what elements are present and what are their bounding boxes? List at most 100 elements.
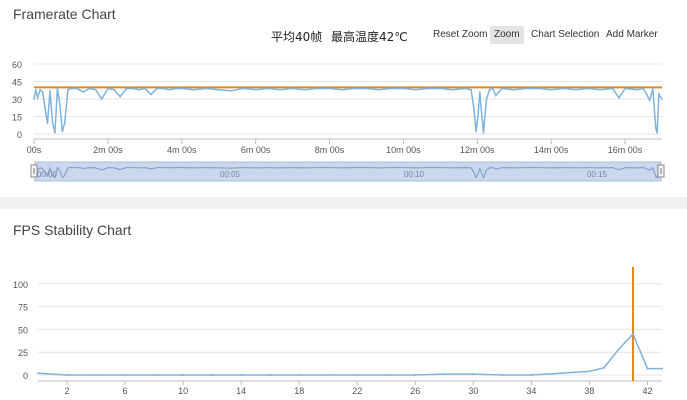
stability-data-point <box>530 374 533 376</box>
framerate-data-point <box>162 87 165 90</box>
framerate-x-tick: 00s <box>27 145 42 155</box>
framerate-y-tick: 30 <box>12 95 22 105</box>
fps-stability-chart[interactable]: 0255075100 2 6 10 14 18 22 26 30 34 38 42 <box>0 209 687 400</box>
framerate-data-point <box>599 88 602 91</box>
framerate-chart[interactable]: 0 15 30 45 60 00s 2m 00s 4m 00s 6m 00s 8m 00s 10m… <box>0 0 687 197</box>
framerate-data-point <box>67 88 69 91</box>
framerate-data-point <box>63 121 66 124</box>
stability-y-tick: 25 <box>18 348 28 358</box>
stability-x-tick: 22 <box>352 386 362 396</box>
framerate-data-point <box>636 88 639 91</box>
framerate-data-point <box>61 130 64 133</box>
framerate-data-point <box>341 88 343 91</box>
framerate-data-point <box>119 95 121 98</box>
framerate-data-point <box>46 122 49 125</box>
framerate-x-tick: 4m 00s <box>167 145 197 155</box>
framerate-data-point <box>501 87 503 90</box>
framerate-x-tick: 10m 00s <box>386 145 421 155</box>
framerate-data-point <box>624 87 626 90</box>
framerate-data-point <box>494 94 497 97</box>
stability-x-tick: 18 <box>294 386 304 396</box>
stability-panel: FPS Stability Chart 0 25 50 75 100 2 6 10 14 18 2… <box>0 209 687 400</box>
stability-data-point <box>211 374 214 376</box>
framerate-data-point <box>618 97 620 99</box>
stability-data-point <box>356 374 359 376</box>
framerate-data-point <box>304 88 306 91</box>
stability-data-point <box>298 374 301 376</box>
framerate-data-point <box>51 121 54 124</box>
panel-divider <box>0 197 687 209</box>
framerate-data-point <box>88 87 91 90</box>
framerate-data-point <box>217 88 220 91</box>
stability-x-tick: 26 <box>410 386 420 396</box>
framerate-data-point <box>587 87 589 90</box>
framerate-data-point <box>35 88 37 91</box>
stability-data-point <box>631 332 634 335</box>
stability-x-tick: 34 <box>526 386 536 396</box>
framerate-data-point <box>125 87 128 90</box>
stability-data-point <box>124 374 127 376</box>
framerate-data-point <box>168 88 171 91</box>
stability-y-tick: 75 <box>18 303 28 313</box>
framerate-x-tick: 14m 00s <box>534 145 569 155</box>
stability-data-point <box>269 374 272 376</box>
framerate-data-point <box>328 87 331 90</box>
stability-x-tick: 14 <box>236 386 246 396</box>
framerate-data-point <box>658 93 660 96</box>
framerate-data-point <box>137 88 140 91</box>
stability-data-point <box>573 371 576 374</box>
navigator-time-label: 00:05 <box>220 170 241 179</box>
framerate-data-point <box>291 87 294 90</box>
framerate-data-point <box>439 87 442 90</box>
framerate-data-point <box>655 127 657 129</box>
framerate-data-point <box>390 87 392 90</box>
framerate-panel: Framerate Chart 平均40帧 最高温度42℃ Reset Zoom… <box>0 0 687 197</box>
stability-x-tick: 42 <box>642 386 652 396</box>
framerate-data-point <box>470 88 472 91</box>
framerate-data-point <box>76 87 78 90</box>
framerate-data-point <box>611 87 614 90</box>
stability-y-tick: 50 <box>18 325 28 335</box>
framerate-data-point <box>575 88 577 91</box>
framerate-data-point <box>205 87 208 90</box>
framerate-x-tick: 12m 00s <box>460 145 495 155</box>
framerate-x-tick: 16m 00s <box>608 145 643 155</box>
framerate-data-point <box>491 87 494 90</box>
framerate-data-point <box>230 90 232 92</box>
framerate-data-point <box>353 87 355 90</box>
navigator-selection-window[interactable] <box>34 161 662 182</box>
framerate-data-point <box>100 98 103 100</box>
stability-data-point <box>182 374 185 376</box>
framerate-data-point <box>54 132 56 134</box>
stability-data-point <box>66 374 69 376</box>
stability-data-point <box>240 374 243 376</box>
framerate-x-tick: 2m 00s <box>93 145 123 155</box>
stability-data-point <box>617 348 620 351</box>
stability-data-point <box>37 372 39 375</box>
framerate-data-point <box>538 87 540 90</box>
framerate-data-point <box>70 87 72 90</box>
framerate-data-point <box>488 88 491 91</box>
framerate-data-point <box>150 93 152 96</box>
framerate-y-tick: 0 <box>17 130 22 140</box>
framerate-data-point <box>478 91 481 93</box>
framerate-x-tick: 8m 00s <box>315 145 345 155</box>
stability-series-line <box>37 332 662 376</box>
stability-data-point <box>385 374 388 376</box>
navigator-time-label: 00:00 <box>37 170 58 179</box>
framerate-data-point <box>482 132 485 134</box>
framerate-data-point <box>642 87 645 90</box>
stability-data-point <box>443 373 446 376</box>
framerate-y-tick: 15 <box>12 113 22 123</box>
framerate-data-point <box>550 88 552 91</box>
stability-data-point <box>602 366 605 369</box>
framerate-data-point <box>36 97 39 99</box>
framerate-data-point <box>525 87 528 90</box>
stability-x-tick: 6 <box>123 386 128 396</box>
framerate-data-point <box>414 88 417 91</box>
framerate-data-point <box>513 88 516 91</box>
framerate-data-point <box>402 87 405 90</box>
framerate-y-tick: 45 <box>12 78 22 88</box>
stability-data-point <box>414 374 417 376</box>
framerate-data-point <box>267 87 269 90</box>
